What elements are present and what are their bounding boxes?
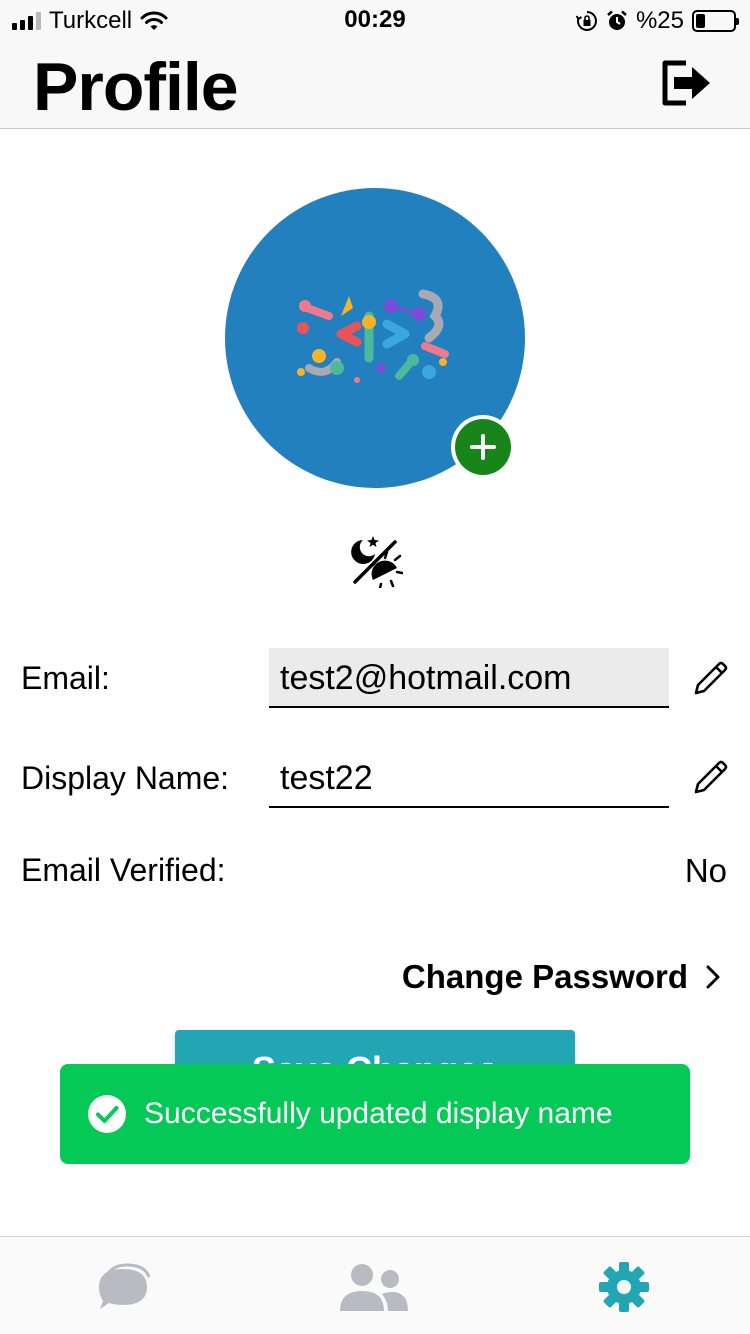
success-toast: Successfully updated display name [60,1064,690,1164]
add-photo-circle [455,419,511,475]
theme-toggle-icon[interactable] [347,532,403,588]
edit-email-icon[interactable] [690,659,730,699]
tab-settings[interactable] [584,1257,664,1317]
chevron-right-icon [706,965,720,989]
gear-icon [599,1262,649,1312]
email-field[interactable]: test2@hotmail.com [269,648,669,708]
battery-level [696,14,705,28]
check-circle-icon [88,1095,126,1133]
edit-display-name-icon[interactable] [690,758,730,798]
code-artwork-icon [297,289,449,383]
display-name-field[interactable]: test22 [269,748,669,808]
toast-message: Successfully updated display name [144,1097,613,1130]
plus-icon [470,434,496,460]
display-name-label: Display Name: [21,760,230,796]
orientation-lock-icon [575,11,597,31]
status-bar: Turkcell 00:29 %25 [0,0,750,40]
email-verified-value: No [684,852,727,889]
tab-friends[interactable] [334,1257,414,1317]
users-icon [340,1264,408,1311]
status-right: %25 [575,7,739,35]
email-label: Email: [21,660,110,696]
page-title: Profile [33,49,239,125]
battery-icon [692,10,739,32]
change-password-label: Change Password [401,958,688,995]
tab-bar [0,1236,750,1334]
battery-percent: %25 [635,7,684,34]
alarm-icon [607,10,627,30]
change-password-link[interactable]: Change Password [402,955,720,999]
tab-chats[interactable] [84,1257,164,1317]
header: Profile [0,40,750,129]
logout-icon[interactable] [656,54,714,112]
add-photo-button[interactable] [451,415,515,479]
email-verified-label: Email Verified: [21,852,226,888]
chat-bubbles-icon [99,1263,151,1309]
